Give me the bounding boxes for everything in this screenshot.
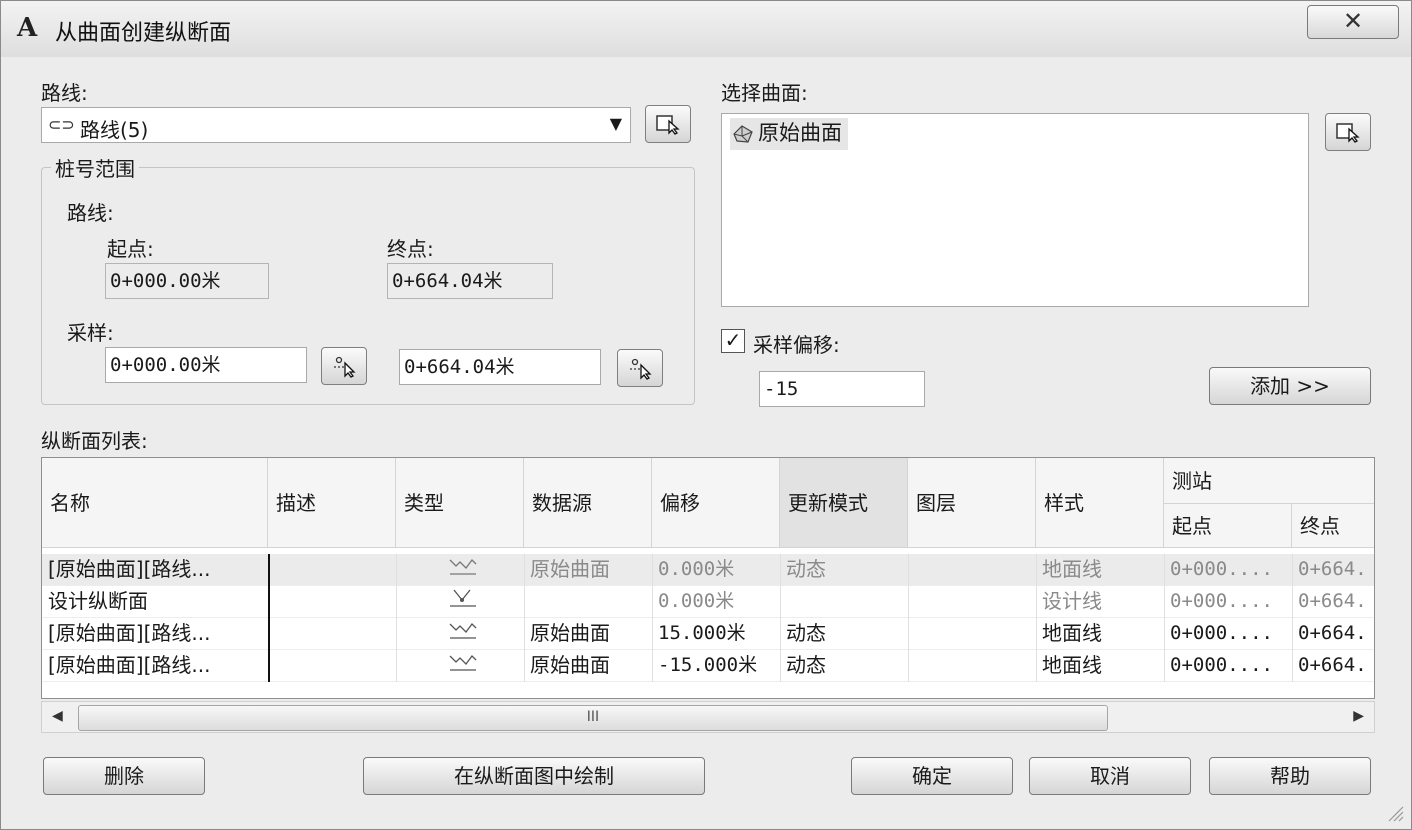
ok-button[interactable]: 确定 bbox=[851, 757, 1013, 795]
cell-data-source: 原始曲面 bbox=[530, 621, 610, 645]
cell-station-start: 0+000.... bbox=[1170, 590, 1273, 612]
add-button[interactable]: 添加 >> bbox=[1209, 367, 1371, 405]
sample-offsets-label: 采样偏移: bbox=[753, 333, 840, 357]
column-header-name[interactable]: 名称 bbox=[42, 458, 268, 548]
column-header-station: 测站 bbox=[1164, 458, 1374, 504]
column-header-station-start[interactable]: 起点 bbox=[1164, 504, 1292, 548]
cell-offset: 0.000米 bbox=[658, 590, 735, 612]
pick-station-icon bbox=[630, 358, 652, 380]
column-header-data-source[interactable]: 数据源 bbox=[524, 458, 652, 548]
station-alignment-label: 路线: bbox=[67, 201, 114, 225]
cell-name: [原始曲面][路线... bbox=[48, 557, 211, 581]
cell-station-start: 0+000.... bbox=[1170, 654, 1273, 676]
alignment-label: 路线: bbox=[41, 81, 88, 105]
cell-style: 地面线 bbox=[1042, 621, 1102, 645]
column-header-offset[interactable]: 偏移 bbox=[652, 458, 780, 548]
surface-profile-icon bbox=[442, 650, 482, 682]
pick-surface-button[interactable] bbox=[1325, 113, 1371, 151]
column-header-layer[interactable]: 图层 bbox=[908, 458, 1036, 548]
pick-alignment-button[interactable] bbox=[645, 105, 691, 143]
select-surface-label: 选择曲面: bbox=[721, 81, 808, 105]
table-row[interactable]: [原始曲面][路线... 原始曲面 0.000米 动态 地面线 0+000...… bbox=[42, 554, 1374, 586]
scroll-thumb[interactable]: III bbox=[78, 705, 1108, 731]
horizontal-scrollbar[interactable]: ◀ III ▶ bbox=[41, 701, 1375, 733]
autocad-logo-icon: A bbox=[17, 13, 38, 43]
cell-station-end: 0+664. bbox=[1298, 654, 1367, 676]
cell-station-start: 0+000.... bbox=[1170, 622, 1273, 644]
table-row[interactable]: [原始曲面][路线... 原始曲面 -15.000米 动态 地面线 0+000.… bbox=[42, 650, 1374, 682]
cell-update-mode bbox=[780, 586, 908, 618]
close-button[interactable]: ✕ bbox=[1307, 5, 1399, 39]
sample-offsets-input[interactable]: -15 bbox=[759, 371, 925, 407]
start-station-readonly: 0+000.00米 bbox=[105, 263, 269, 299]
surface-icon bbox=[733, 125, 753, 143]
cell-station-start: 0+000.... bbox=[1170, 558, 1273, 580]
cell-update-mode: 动态 bbox=[786, 557, 826, 581]
profile-list-label: 纵断面列表: bbox=[41, 429, 148, 453]
scroll-right-arrow-icon[interactable]: ▶ bbox=[1353, 708, 1364, 724]
cell-style: 地面线 bbox=[1042, 653, 1102, 677]
pick-sample-end-button[interactable] bbox=[617, 349, 663, 387]
cell-station-end: 0+664. bbox=[1298, 622, 1367, 644]
station-range-title: 桩号范围 bbox=[51, 153, 139, 182]
surface-list-item[interactable]: 原始曲面 bbox=[730, 118, 848, 150]
cell-update-mode: 动态 bbox=[786, 653, 826, 677]
cell-station-end: 0+664. bbox=[1298, 590, 1367, 612]
column-header-description[interactable]: 描述 bbox=[268, 458, 396, 548]
end-label: 终点: bbox=[387, 237, 434, 261]
alignment-selected-value: 路线(5) bbox=[80, 118, 149, 142]
alignment-dropdown[interactable]: ⊂⊃ 路线(5) ▼ bbox=[41, 107, 631, 143]
end-station-readonly: 0+664.04米 bbox=[387, 263, 553, 299]
cell-offset: 0.000米 bbox=[658, 558, 735, 580]
cell-data-source bbox=[524, 586, 652, 618]
profile-list-grid[interactable]: 名称 描述 类型 数据源 偏移 更新模式 图层 样式 测站 起点 终点 [原始曲… bbox=[41, 457, 1375, 699]
surface-listbox[interactable]: 原始曲面 bbox=[721, 113, 1309, 307]
cell-name: [原始曲面][路线... bbox=[48, 653, 211, 677]
cell-name: 设计纵断面 bbox=[48, 589, 148, 613]
cell-offset: -15.000米 bbox=[658, 654, 758, 676]
cell-style: 设计线 bbox=[1042, 589, 1102, 613]
resize-grip-icon[interactable] bbox=[1385, 803, 1405, 823]
column-header-update-mode[interactable]: 更新模式 bbox=[780, 458, 908, 548]
cell-station-end: 0+664. bbox=[1298, 558, 1367, 580]
pick-from-drawing-icon bbox=[1336, 123, 1360, 143]
surface-profile-icon bbox=[442, 554, 482, 586]
start-label: 起点: bbox=[107, 237, 154, 261]
draw-in-profile-view-button[interactable]: 在纵断面图中绘制 bbox=[363, 757, 705, 795]
sample-end-input[interactable]: 0+664.04米 bbox=[399, 349, 601, 385]
sample-offsets-checkbox[interactable]: ✓ bbox=[721, 329, 745, 353]
column-header-station-end[interactable]: 终点 bbox=[1292, 504, 1374, 548]
create-profile-from-surface-dialog: A 从曲面创建纵断面 ✕ 路线: ⊂⊃ 路线(5) ▼ 桩号范围 路线: 起点:… bbox=[0, 0, 1412, 830]
column-header-style[interactable]: 样式 bbox=[1036, 458, 1164, 548]
pick-station-icon bbox=[334, 356, 356, 378]
cell-style: 地面线 bbox=[1042, 557, 1102, 581]
cell-data-source: 原始曲面 bbox=[530, 653, 610, 677]
sample-label: 采样: bbox=[67, 321, 114, 345]
table-row[interactable]: [原始曲面][路线... 原始曲面 15.000米 动态 地面线 0+000..… bbox=[42, 618, 1374, 650]
help-button[interactable]: 帮助 bbox=[1209, 757, 1371, 795]
surface-profile-icon bbox=[442, 618, 482, 650]
title-bar: A 从曲面创建纵断面 ✕ bbox=[1, 1, 1411, 57]
cancel-button[interactable]: 取消 bbox=[1029, 757, 1191, 795]
cell-name: [原始曲面][路线... bbox=[48, 621, 211, 645]
column-header-type[interactable]: 类型 bbox=[396, 458, 524, 548]
alignment-icon: ⊂⊃ bbox=[48, 115, 75, 134]
layout-profile-icon bbox=[442, 586, 482, 618]
scroll-left-arrow-icon[interactable]: ◀ bbox=[52, 708, 63, 724]
cell-offset: 15.000米 bbox=[658, 622, 746, 644]
pick-sample-start-button[interactable] bbox=[321, 347, 367, 385]
dropdown-arrow-icon[interactable]: ▼ bbox=[610, 114, 622, 133]
pick-from-drawing-icon bbox=[656, 115, 680, 135]
table-row[interactable]: 设计纵断面 0.000米 设计线 0+000.... 0+664. bbox=[42, 586, 1374, 618]
sample-start-input[interactable]: 0+000.00米 bbox=[105, 347, 307, 383]
surface-name: 原始曲面 bbox=[758, 121, 842, 145]
dialog-title: 从曲面创建纵断面 bbox=[55, 21, 232, 46]
cell-update-mode: 动态 bbox=[786, 621, 826, 645]
delete-button[interactable]: 删除 bbox=[43, 757, 205, 795]
cell-data-source: 原始曲面 bbox=[530, 557, 610, 581]
